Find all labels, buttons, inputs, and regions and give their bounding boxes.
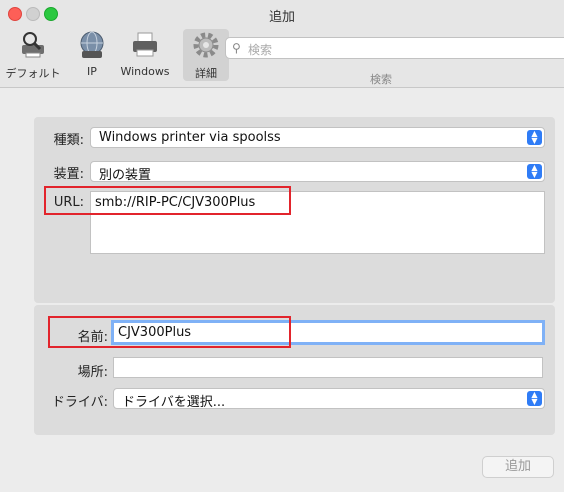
chevron-updown-icon: ▲ ▼: [527, 164, 542, 179]
search-input[interactable]: ⚲ 検索: [225, 37, 564, 59]
type-select[interactable]: Windows printer via spoolss ▲ ▼: [90, 127, 545, 148]
toolbar-default-button[interactable]: デフォルト: [4, 29, 62, 81]
add-button[interactable]: 追加: [482, 456, 554, 478]
toolbar-ip-label: IP: [87, 65, 97, 78]
type-label: 種類:: [53, 133, 84, 148]
name-highlight-box: [48, 316, 291, 348]
chevron-updown-icon: ▲ ▼: [527, 130, 542, 145]
window-title: 追加: [268, 10, 295, 25]
search-label: 検索: [370, 73, 392, 86]
search-icon: ⚲: [232, 41, 241, 55]
toolbar-ip-button[interactable]: IP: [72, 29, 112, 78]
driver-select[interactable]: ドライバを選択... ▲ ▼: [113, 388, 545, 410]
toolbar-advanced-button[interactable]: 詳細: [183, 29, 229, 81]
device-select[interactable]: 別の装置 ▲ ▼: [90, 161, 545, 183]
type-value: Windows printer via spoolss: [99, 130, 281, 145]
location-field[interactable]: [113, 357, 543, 378]
title-bar: 追加: [0, 0, 564, 25]
toolbar-windows-label: Windows: [120, 65, 170, 78]
windows-printer-icon: [129, 29, 161, 61]
device-label: 装置:: [53, 167, 84, 182]
location-label: 場所:: [77, 365, 108, 380]
default-printer-icon: [17, 29, 49, 61]
toolbar: デフォルト IP Windows 詳細 ⚲ 検索 検索: [0, 25, 564, 88]
toolbar-windows-button[interactable]: Windows: [114, 29, 176, 78]
search-placeholder: 検索: [248, 43, 273, 57]
url-highlight-box: [44, 186, 291, 215]
globe-icon: [76, 29, 108, 61]
driver-value: ドライバを選択...: [122, 395, 226, 410]
gear-icon: [190, 29, 222, 61]
toolbar-default-label: デフォルト: [5, 67, 61, 80]
driver-label: ドライバ:: [51, 395, 108, 410]
device-value: 別の装置: [99, 168, 152, 183]
toolbar-advanced-label: 詳細: [195, 67, 217, 80]
chevron-updown-icon: ▲ ▼: [527, 391, 542, 406]
